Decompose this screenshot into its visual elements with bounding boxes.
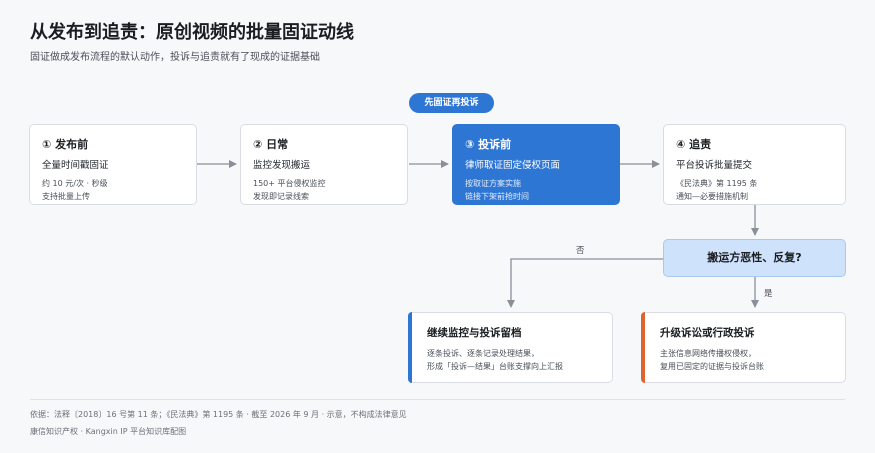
evidence-first-badge: 先固证再投诉 [409,93,494,113]
step-detail: 约 10 元/次 · 秒级 [42,179,108,188]
step-heading: ③ 投诉前 [465,138,512,151]
branch-label-no: 否 [576,246,585,256]
step-summary: 平台投诉批量提交 [676,160,753,171]
step-heading: ④ 追责 [676,138,712,151]
accent-bar [641,312,645,383]
step-card-daily: ② 日常 监控发现搬运 150+ 平台侵权监控 发现即记录线索 [240,124,408,205]
outcome-card-continue-monitoring: 继续监控与投诉留档 逐条投诉、逐条记录处理结果， 形成「投诉—结果」台账支撑向上… [408,312,613,383]
outcome-heading: 升级诉讼或行政投诉 [660,327,755,339]
accent-bar [408,312,412,383]
step-detail: 《民法典》第 1195 条 [676,179,758,188]
step-detail: 通知—必要措施机制 [676,192,748,201]
footer-sources: 依据：法释〔2018〕16 号第 11 条；《民法典》第 1195 条 · 截至… [30,410,407,419]
footer-divider [30,399,845,400]
arrow-decision-no-branch [507,258,663,308]
footer-credit: 康信知识产权 · Kangxin IP 平台知识库配图 [30,427,187,436]
outcome-detail: 逐条投诉、逐条记录处理结果， [427,349,539,358]
step-card-before-complaint: ③ 投诉前 律师取证固定侵权页面 按取证方案实施 链接下架前抢时间 [452,124,620,205]
step-detail: 发现即记录线索 [253,192,309,201]
step-heading: ① 发布前 [42,138,89,151]
step-detail: 支持批量上传 [42,192,90,201]
outcome-card-escalate-litigation: 升级诉讼或行政投诉 主张信息网络传播权侵权， 复用已固定的证据与投诉台账 [641,312,846,383]
outcome-detail: 主张信息网络传播权侵权， [660,349,756,358]
step-detail: 按取证方案实施 [465,179,521,188]
outcome-heading: 继续监控与投诉留档 [427,327,522,339]
outcome-detail: 形成「投诉—结果」台账支撑向上汇报 [427,362,563,371]
step-card-accountability: ④ 追责 平台投诉批量提交 《民法典》第 1195 条 通知—必要措施机制 [663,124,846,205]
step-detail: 150+ 平台侵权监控 [253,179,326,188]
decision-node: 搬运方恶性、反复? [663,239,846,277]
step-card-before-publish: ① 发布前 全量时间戳固证 约 10 元/次 · 秒级 支持批量上传 [29,124,197,205]
branch-label-yes: 是 [764,289,773,299]
step-summary: 监控发现搬运 [253,160,311,171]
connector-layer [197,160,759,308]
step-summary: 全量时间戳固证 [42,160,109,171]
outcome-detail: 复用已固定的证据与投诉台账 [660,362,764,371]
step-heading: ② 日常 [253,138,289,151]
step-detail: 链接下架前抢时间 [465,192,529,201]
step-summary: 律师取证固定侵权页面 [465,160,561,171]
